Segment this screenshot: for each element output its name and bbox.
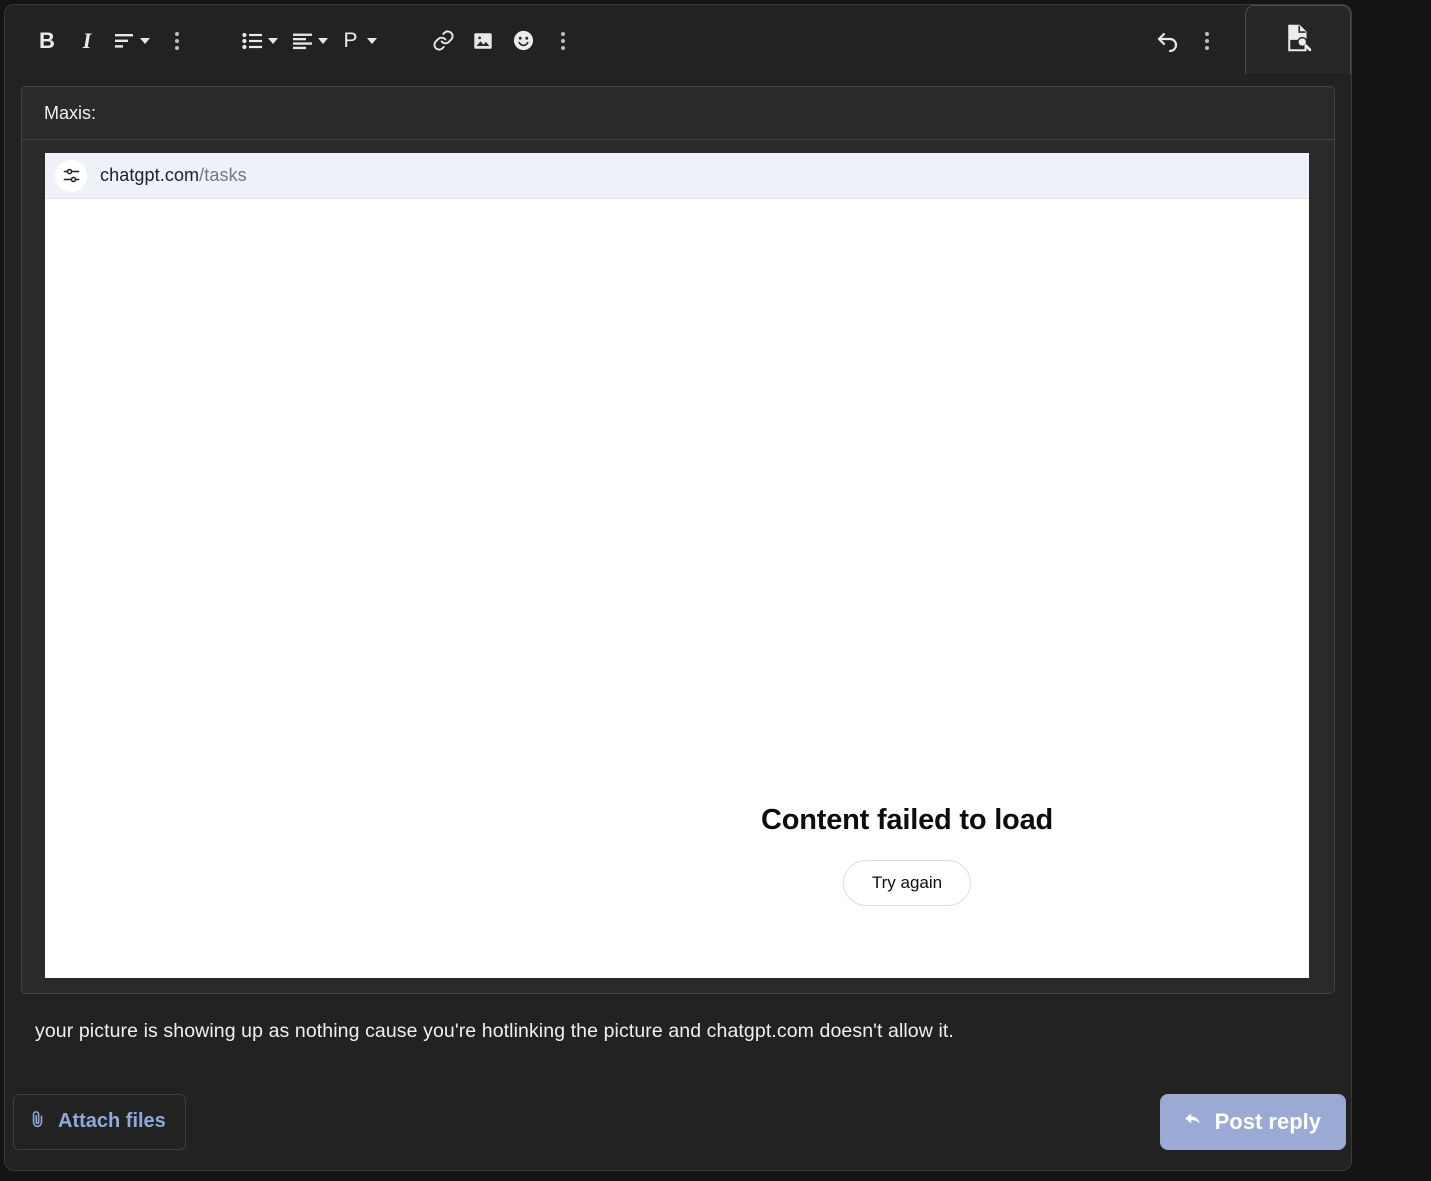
chevron-down-icon [367,38,377,44]
paragraph-button[interactable]: P [335,19,385,63]
editor-toolbar: B I [5,5,1351,76]
more-insert-button[interactable] [543,19,583,63]
chevron-down-icon [268,38,278,44]
chevron-down-icon [318,38,328,44]
post-reply-button[interactable]: Post reply [1160,1094,1346,1150]
bold-label: B [39,30,55,52]
embed-error-state: Content failed to load Try again [45,804,1309,906]
emoji-button[interactable] [503,19,543,63]
embedded-browser-frame: chatgpt.com/tasks Content failed to load… [45,153,1309,978]
quote-block: Maxis: [21,86,1335,994]
embed-viewport: Content failed to load Try again [45,199,1309,978]
align-button[interactable] [285,19,335,63]
italic-label: I [83,30,92,52]
undo-arrow-icon [1154,30,1180,52]
error-title: Content failed to load [761,804,1053,837]
reply-arrow-icon [1181,1109,1204,1135]
paperclip-icon [28,1108,47,1136]
url-path: /tasks [199,165,247,185]
chevron-down-icon [140,38,150,44]
link-button[interactable] [423,19,463,63]
italic-button[interactable]: I [67,19,107,63]
sliders-icon[interactable] [55,160,87,192]
kebab-icon [1205,32,1209,50]
bullet-list-button[interactable] [235,19,285,63]
bold-button[interactable]: B [27,19,67,63]
more-format-button[interactable] [157,19,197,63]
preview-tab[interactable] [1245,5,1351,74]
text-align-icon [292,32,314,50]
reply-composer-panel: B I [4,4,1352,1171]
image-button[interactable] [463,19,503,63]
url-host: chatgpt.com [100,165,199,185]
emoji-smiley-icon [512,29,535,52]
post-reply-label: Post reply [1215,1109,1321,1135]
attach-files-button[interactable]: Attach files [13,1094,186,1150]
kebab-icon [175,32,179,50]
embed-url-text: chatgpt.com/tasks [100,165,247,186]
embed-url-bar[interactable]: chatgpt.com/tasks [45,153,1309,199]
heading-lines-icon [114,32,136,50]
more-options-button[interactable] [1187,19,1227,63]
paragraph-label: P [343,30,357,51]
reply-paragraph: your picture is showing up as nothing ca… [21,1018,1335,1045]
quote-author: Maxis: [22,87,1334,140]
composer-footer: Attach files Post reply [5,1073,1351,1170]
editor-content-area[interactable]: Maxis: [5,76,1351,1073]
heading-button[interactable] [107,19,157,63]
image-icon [472,30,494,52]
document-preview-icon [1283,23,1313,58]
quote-content: chatgpt.com/tasks Content failed to load… [22,140,1334,993]
embed-error-inner: Content failed to load Try again [761,804,1053,906]
kebab-icon [561,32,565,50]
try-again-button[interactable]: Try again [843,860,971,906]
link-icon [432,29,455,52]
undo-button[interactable] [1147,19,1187,63]
attach-files-label: Attach files [58,1110,166,1133]
bullet-list-icon [242,32,264,50]
